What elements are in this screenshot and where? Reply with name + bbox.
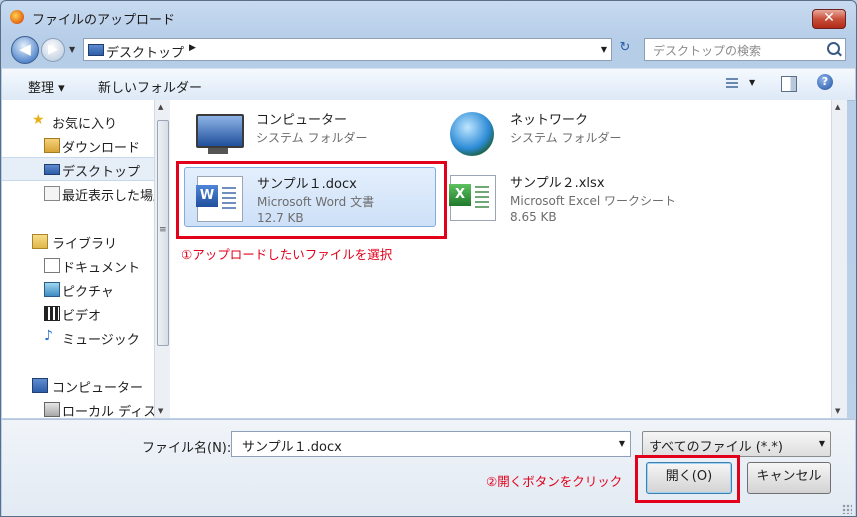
sidebar-item-label: ピクチャ bbox=[62, 285, 114, 300]
help-icon[interactable]: ? bbox=[817, 74, 833, 90]
organize-menu-button[interactable]: 整理 ▾ bbox=[28, 77, 65, 96]
star-icon: ★ bbox=[32, 112, 45, 128]
chevron-down-icon[interactable]: ▼ bbox=[619, 439, 625, 448]
scroll-up-arrow[interactable]: ▲ bbox=[158, 103, 163, 111]
address-dropdown-icon[interactable]: ▼ bbox=[601, 45, 607, 54]
file-list-scrollbar[interactable]: ▲ ▼ bbox=[831, 100, 847, 418]
desktop-icon bbox=[44, 164, 60, 175]
file-type: システム フォルダー bbox=[256, 131, 368, 145]
filename-input[interactable]: サンプル１.docx ▼ bbox=[231, 431, 631, 457]
file-size: 8.65 KB bbox=[510, 210, 557, 224]
library-icon bbox=[32, 234, 48, 249]
annotation-step1: ①アップロードしたいファイルを選択 bbox=[181, 247, 393, 262]
dialog-footer: ファイル名(N): サンプル１.docx ▼ すべてのファイル (*.*) ▼ … bbox=[2, 419, 855, 516]
network-icon bbox=[450, 112, 494, 156]
sidebar-item-label: ドキュメント bbox=[62, 261, 141, 276]
file-type: Microsoft Excel ワークシート bbox=[510, 194, 677, 208]
breadcrumb-chevron-icon[interactable]: ▶ bbox=[189, 43, 196, 53]
scrollbar-thumb[interactable] bbox=[157, 120, 169, 346]
sidebar-item-label: ローカル ディスク bbox=[62, 405, 154, 420]
sidebar-item-downloads[interactable]: ダウンロード bbox=[2, 134, 154, 156]
file-name: ネットワーク bbox=[510, 113, 589, 128]
window-title: ファイルのアップロード bbox=[32, 13, 176, 28]
sidebar-item-libraries[interactable]: ライブラリ bbox=[2, 230, 154, 252]
close-button[interactable]: ✕ bbox=[812, 9, 846, 29]
filename-label: ファイル名(N): bbox=[142, 441, 232, 456]
recent-locations-dropdown[interactable]: ▼ bbox=[69, 45, 75, 54]
music-icon: ♪ bbox=[44, 328, 53, 344]
chevron-down-icon[interactable]: ▼ bbox=[819, 439, 825, 448]
file-upload-dialog: ファイルのアップロード ✕ ◀ ▶ ▼ デスクトップ ▶ ▼ ↻ デスクトップの… bbox=[0, 0, 857, 517]
forward-button[interactable]: ▶ bbox=[41, 38, 65, 62]
change-view-icon[interactable] bbox=[726, 76, 756, 92]
file-type-value[interactable]: すべてのファイル (*.*) bbox=[649, 436, 783, 455]
sidebar-item-local-disk[interactable]: ローカル ディスク bbox=[2, 398, 154, 420]
firefox-icon bbox=[10, 10, 24, 24]
command-toolbar: 整理 ▾ 新しいフォルダー ? bbox=[2, 68, 855, 101]
sidebar-item-recent-places[interactable]: 最近表示した場所 bbox=[2, 182, 154, 204]
local-disk-icon bbox=[44, 402, 60, 417]
selection-highlight-box bbox=[176, 161, 447, 239]
file-item-sample2-xlsx[interactable]: サンプル２.xlsx Microsoft Excel ワークシート 8.65 K… bbox=[438, 167, 688, 225]
address-location[interactable]: デスクトップ bbox=[106, 42, 184, 61]
sidebar-item-label: コンピューター bbox=[52, 381, 144, 396]
open-button-highlight-box bbox=[635, 455, 740, 503]
file-type-select[interactable]: すべてのファイル (*.*) ▼ bbox=[642, 431, 831, 457]
navigation-scrollbar[interactable]: ▲ ▼ bbox=[154, 100, 170, 418]
search-input[interactable]: デスクトップの検索 bbox=[644, 38, 846, 61]
filename-value[interactable]: サンプル１.docx bbox=[242, 436, 342, 455]
videos-icon bbox=[44, 306, 60, 321]
file-name: コンピューター bbox=[256, 113, 348, 128]
scroll-down-arrow[interactable]: ▼ bbox=[835, 407, 840, 415]
sidebar-item-favorites[interactable]: ★ お気に入り bbox=[2, 110, 154, 132]
computer-icon bbox=[196, 114, 244, 154]
cancel-button[interactable]: キャンセル bbox=[747, 462, 831, 494]
preview-pane-icon[interactable] bbox=[781, 76, 797, 92]
sidebar-item-label: デスクトップ bbox=[62, 165, 141, 180]
scroll-up-arrow[interactable]: ▲ bbox=[835, 103, 840, 111]
title-bar: ファイルのアップロード ✕ bbox=[1, 1, 856, 31]
navigation-pane: ★ お気に入り ダウンロード デスクトップ 最近表示した場所 ライブラリ ドキュ… bbox=[2, 100, 154, 420]
navigation-bar: ◀ ▶ ▼ デスクトップ ▶ ▼ ↻ デスクトップの検索 bbox=[1, 34, 856, 64]
documents-icon bbox=[44, 258, 60, 273]
sidebar-item-documents[interactable]: ドキュメント bbox=[2, 254, 154, 276]
new-folder-button[interactable]: 新しいフォルダー bbox=[98, 77, 202, 96]
search-placeholder: デスクトップの検索 bbox=[653, 44, 762, 58]
sidebar-item-label: お気に入り bbox=[52, 117, 118, 132]
recent-places-icon bbox=[44, 186, 60, 201]
sidebar-item-label: ライブラリ bbox=[52, 237, 118, 252]
sidebar-item-label: ダウンロード bbox=[62, 141, 141, 156]
desktop-icon bbox=[88, 44, 104, 56]
sidebar-item-computer[interactable]: コンピューター bbox=[2, 374, 154, 396]
refresh-button[interactable]: ↻ bbox=[615, 40, 635, 58]
search-icon[interactable] bbox=[827, 42, 840, 55]
excel-workbook-icon bbox=[449, 175, 496, 221]
address-bar[interactable]: デスクトップ ▶ ▼ bbox=[83, 38, 612, 61]
sidebar-item-label: ミュージック bbox=[62, 333, 140, 348]
computer-icon bbox=[32, 378, 48, 393]
sidebar-item-desktop[interactable]: デスクトップ bbox=[2, 157, 154, 181]
sidebar-item-pictures[interactable]: ピクチャ bbox=[2, 278, 154, 300]
annotation-step2: ②開くボタンをクリック bbox=[486, 474, 623, 489]
file-item-network[interactable]: ネットワーク システム フォルダー bbox=[438, 104, 688, 162]
sidebar-item-music[interactable]: ♪ ミュージック bbox=[2, 326, 154, 348]
file-type: システム フォルダー bbox=[510, 131, 622, 145]
file-item-computer[interactable]: コンピューター システム フォルダー bbox=[184, 104, 434, 162]
file-name: サンプル２.xlsx bbox=[510, 176, 605, 191]
sidebar-item-label: 最近表示した場所 bbox=[62, 189, 154, 204]
scroll-down-arrow[interactable]: ▼ bbox=[158, 407, 163, 415]
file-list: コンピューター システム フォルダー ネットワーク システム フォルダー サンプ… bbox=[170, 100, 831, 418]
resize-grip[interactable] bbox=[842, 504, 852, 514]
downloads-folder-icon bbox=[44, 138, 60, 153]
sidebar-item-videos[interactable]: ビデオ bbox=[2, 302, 154, 324]
sidebar-item-label: ビデオ bbox=[62, 309, 102, 324]
back-button[interactable]: ◀ bbox=[11, 36, 39, 64]
pictures-icon bbox=[44, 282, 60, 297]
